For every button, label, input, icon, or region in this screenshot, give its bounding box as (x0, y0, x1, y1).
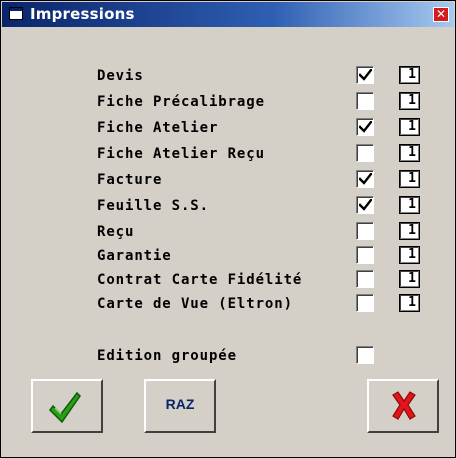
close-button[interactable]: ✕ (433, 7, 449, 22)
option-label: Fiche Atelier (97, 120, 219, 136)
impressions-dialog: Impressions ✕ Devis 1 Fiche Précalibrage… (0, 0, 456, 458)
option-label: Contrat Carte Fidélité (97, 272, 303, 288)
window-icon (9, 7, 23, 20)
title-bar[interactable]: Impressions ✕ (2, 2, 454, 27)
ok-button[interactable] (31, 379, 103, 433)
option-row-recu: Reçu 1 (1, 222, 456, 248)
option-checkbox[interactable] (356, 222, 374, 240)
option-checkbox[interactable] (356, 66, 374, 84)
option-label: Reçu (97, 224, 135, 240)
option-label: Fiche Précalibrage (97, 94, 265, 110)
option-label: Devis (97, 68, 144, 84)
checkmark-icon (359, 121, 372, 133)
option-checkbox[interactable] (356, 270, 374, 288)
window-title: Impressions (30, 5, 135, 23)
cross-icon (392, 391, 416, 420)
quantity-field[interactable]: 1 (399, 92, 420, 110)
option-row-devis: Devis 1 (1, 66, 456, 92)
option-row-carte-de-vue: Carte de Vue (Eltron) 1 (1, 294, 456, 320)
option-row-facture: Facture 1 (1, 170, 456, 196)
quantity-field[interactable]: 1 (399, 66, 420, 84)
grouped-checkbox[interactable] (356, 346, 374, 364)
reset-button[interactable]: RAZ (144, 379, 216, 433)
quantity-field[interactable]: 1 (399, 294, 420, 312)
quantity-field[interactable]: 1 (399, 196, 420, 214)
checkmark-icon (359, 199, 372, 211)
option-checkbox[interactable] (356, 118, 374, 136)
option-label: Garantie (97, 248, 172, 264)
option-checkbox[interactable] (356, 170, 374, 188)
option-checkbox[interactable] (356, 246, 374, 264)
option-checkbox[interactable] (356, 144, 374, 162)
option-row-feuille-ss: Feuille S.S. 1 (1, 196, 456, 222)
option-label: Feuille S.S. (97, 198, 209, 214)
quantity-field[interactable]: 1 (399, 144, 420, 162)
checkmark-icon (359, 173, 372, 185)
quantity-field[interactable]: 1 (399, 270, 420, 288)
option-row-fiche-precalibrage: Fiche Précalibrage 1 (1, 92, 456, 118)
option-row-edition-groupee: Edition groupée (1, 346, 456, 372)
option-row-contrat-carte-fidelite: Contrat Carte Fidélité 1 (1, 270, 456, 296)
checkmark-icon (359, 69, 372, 81)
option-row-fiche-atelier-recu: Fiche Atelier Reçu 1 (1, 144, 456, 170)
option-label: Carte de Vue (Eltron) (97, 296, 293, 312)
grouped-label: Edition groupée (97, 348, 237, 364)
quantity-field[interactable]: 1 (399, 222, 420, 240)
cancel-button[interactable] (367, 379, 439, 433)
option-label: Facture (97, 172, 163, 188)
quantity-field[interactable]: 1 (399, 246, 420, 264)
check-icon (49, 391, 81, 424)
option-checkbox[interactable] (356, 92, 374, 110)
reset-label: RAZ (165, 396, 195, 412)
quantity-field[interactable]: 1 (399, 170, 420, 188)
option-row-garantie: Garantie 1 (1, 246, 456, 272)
option-label: Fiche Atelier Reçu (97, 146, 265, 162)
close-icon: ✕ (435, 7, 447, 21)
option-row-fiche-atelier: Fiche Atelier 1 (1, 118, 456, 144)
quantity-field[interactable]: 1 (399, 118, 420, 136)
option-checkbox[interactable] (356, 294, 374, 312)
option-checkbox[interactable] (356, 196, 374, 214)
